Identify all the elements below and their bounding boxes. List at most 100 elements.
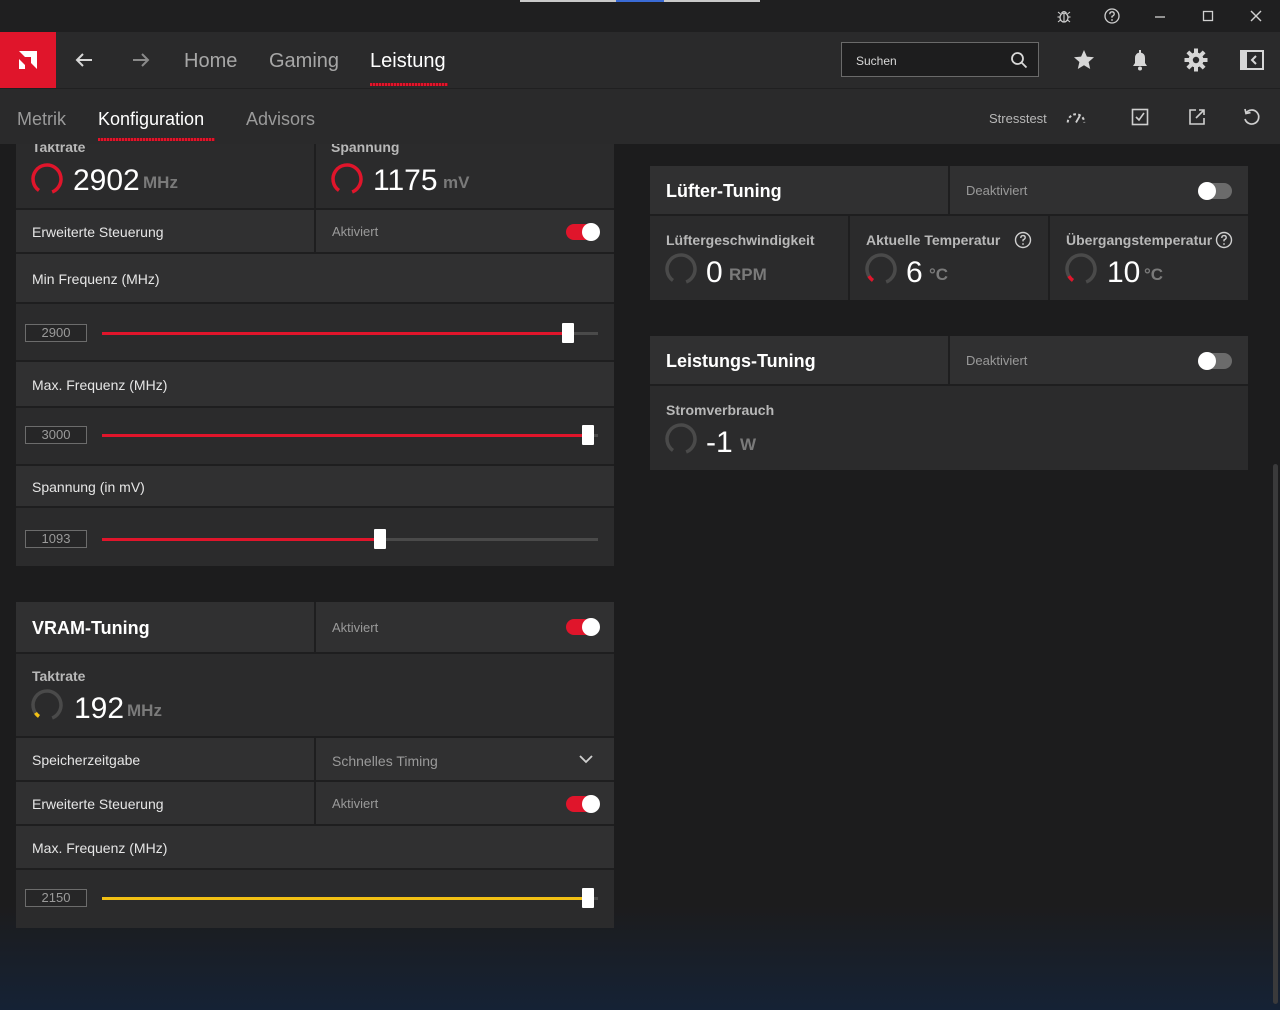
fan-speed-label: Lüftergeschwindigkeit	[666, 232, 815, 248]
fan-state: Deaktiviert	[966, 183, 1028, 198]
close-icon[interactable]	[1240, 4, 1272, 28]
min-freq-slider-row: 2900	[16, 304, 614, 362]
memory-timing-label: Speicherzeitgabe	[32, 752, 141, 768]
vram-clock-unit: MHz	[127, 701, 162, 720]
max-freq-slider-thumb[interactable]	[582, 425, 594, 445]
tab-metrik[interactable]: Metrik	[17, 109, 66, 130]
sub-navigation: Metrik Konfiguration Advisors Stresstest	[0, 88, 1280, 144]
help-icon[interactable]	[1096, 4, 1128, 28]
vram-header-row: VRAM-Tuning Aktiviert	[16, 602, 614, 654]
nav-leistung[interactable]: Leistung	[370, 50, 446, 73]
gpu-voltage-label: Spannung	[331, 144, 400, 155]
min-freq-slider-thumb[interactable]	[562, 323, 574, 343]
tab-advisors[interactable]: Advisors	[246, 109, 315, 130]
tab-active-indicator	[98, 138, 215, 141]
star-icon[interactable]	[1070, 46, 1098, 74]
tab-konfiguration[interactable]: Konfiguration	[98, 109, 204, 130]
bug-icon[interactable]	[1048, 4, 1080, 28]
fan-toggle[interactable]	[1198, 182, 1232, 200]
junction-temp-value: 10	[1107, 256, 1141, 289]
vram-title: VRAM-Tuning	[32, 618, 150, 638]
fan-speed-value: 0	[706, 256, 723, 289]
forward-arrow-icon[interactable]	[127, 46, 155, 74]
amd-logo-icon[interactable]	[0, 32, 56, 88]
gpu-clock-value: 2902	[73, 164, 140, 197]
chevron-down-icon[interactable]	[579, 754, 593, 764]
gpu-advanced-control-row: Erweiterte Steuerung Aktiviert	[16, 210, 614, 254]
vram-max-freq-slider-row: 2150	[16, 870, 614, 928]
help-icon[interactable]	[1014, 231, 1032, 249]
stresstest-label[interactable]: Stresstest	[989, 111, 1047, 126]
power-tuning-panel: Leistungs-Tuning Deaktiviert Stromverbra…	[650, 336, 1248, 470]
main-header: Home Gaming Leistung Suchen	[0, 32, 1280, 88]
gpu-tuning-panel: Taktrate 2902 MHz Spannung 1175 mV Erwei…	[16, 144, 614, 566]
vram-max-freq-label-row: Max. Frequenz (MHz)	[16, 826, 614, 870]
power-toggle[interactable]	[1198, 352, 1232, 370]
fan-temp-unit: °C	[929, 265, 949, 284]
gear-icon[interactable]	[1182, 46, 1210, 74]
nav-gaming[interactable]: Gaming	[269, 50, 339, 73]
vram-advanced-control-state: Aktiviert	[332, 796, 379, 811]
gpu-advanced-control-state: Aktiviert	[332, 224, 379, 239]
min-freq-input[interactable]: 2900	[25, 324, 87, 342]
save-profile-icon[interactable]	[1129, 106, 1151, 128]
help-icon[interactable]	[1215, 231, 1233, 249]
voltage-slider-thumb[interactable]	[374, 529, 386, 549]
junction-temp-unit: °C	[1144, 265, 1164, 284]
min-freq-label-row: Min Frequenz (MHz)	[16, 254, 614, 304]
nav-home[interactable]: Home	[184, 50, 237, 73]
gpu-advanced-control-toggle[interactable]	[566, 223, 600, 241]
vram-clock-label: Taktrate	[32, 668, 86, 684]
vram-max-freq-slider-fill	[102, 897, 588, 900]
vram-clock-value: 192	[74, 692, 125, 725]
min-freq-label: Min Frequenz (MHz)	[32, 271, 160, 287]
power-consumption-value: -1	[706, 426, 733, 459]
max-freq-slider-fill	[102, 434, 588, 437]
power-header-row: Leistungs-Tuning Deaktiviert	[650, 336, 1248, 386]
fan-temp-label: Aktuelle Temperatur	[866, 232, 1001, 248]
memory-timing-select[interactable]: Schnelles Timing	[332, 753, 438, 769]
power-gauge-icon	[665, 423, 697, 455]
vram-advanced-control-row: Erweiterte Steuerung Aktiviert	[16, 782, 614, 826]
title-bar	[0, 0, 1280, 32]
vram-max-freq-slider[interactable]	[102, 888, 598, 908]
gpu-metrics-row: Taktrate 2902 MHz Spannung 1175 mV	[16, 144, 614, 210]
search-icon[interactable]	[1010, 51, 1028, 69]
fan-speed-gauge-icon	[665, 253, 697, 285]
back-arrow-icon[interactable]	[70, 46, 98, 74]
sidebar-toggle-icon[interactable]	[1238, 46, 1266, 74]
voltage-slider-fill	[102, 538, 380, 541]
vram-tuning-panel: VRAM-Tuning Aktiviert Taktrate 192 MHz S…	[16, 602, 614, 928]
junction-temp-gauge-icon	[1065, 253, 1097, 285]
vram-toggle[interactable]	[566, 618, 600, 636]
reset-icon[interactable]	[1240, 106, 1262, 128]
max-freq-slider-row: 3000	[16, 408, 614, 466]
max-freq-slider[interactable]	[102, 425, 598, 445]
search-input[interactable]: Suchen	[841, 42, 1039, 77]
fan-speed-unit: RPM	[729, 265, 767, 284]
content-area: Taktrate 2902 MHz Spannung 1175 mV Erwei…	[0, 144, 1280, 1010]
voltage-slider[interactable]	[102, 529, 598, 549]
fan-tuning-panel: Lüfter-Tuning Deaktiviert Lüftergeschwin…	[650, 166, 1248, 300]
bell-icon[interactable]	[1126, 46, 1154, 74]
max-freq-input[interactable]: 3000	[25, 426, 87, 444]
gpu-voltage-gauge-icon	[331, 163, 363, 195]
power-state: Deaktiviert	[966, 353, 1028, 368]
voltage-slider-row: 1093	[16, 508, 614, 566]
gpu-voltage-unit: mV	[443, 173, 470, 192]
voltage-input[interactable]: 1093	[25, 530, 87, 548]
min-freq-slider[interactable]	[102, 323, 598, 343]
export-icon[interactable]	[1186, 106, 1208, 128]
fan-temp-gauge-icon	[865, 253, 897, 285]
speedometer-icon[interactable]	[1065, 106, 1087, 128]
minimize-icon[interactable]	[1144, 4, 1176, 28]
title-drag-strip	[520, 0, 760, 2]
vram-max-freq-input[interactable]: 2150	[25, 889, 87, 907]
maximize-icon[interactable]	[1192, 4, 1224, 28]
nav-active-indicator	[370, 83, 448, 86]
vram-max-freq-slider-thumb[interactable]	[582, 888, 594, 908]
fan-header-row: Lüfter-Tuning Deaktiviert	[650, 166, 1248, 216]
max-freq-label-row: Max. Frequenz (MHz)	[16, 362, 614, 408]
vertical-scrollbar[interactable]	[1273, 464, 1278, 1004]
vram-advanced-control-toggle[interactable]	[566, 795, 600, 813]
